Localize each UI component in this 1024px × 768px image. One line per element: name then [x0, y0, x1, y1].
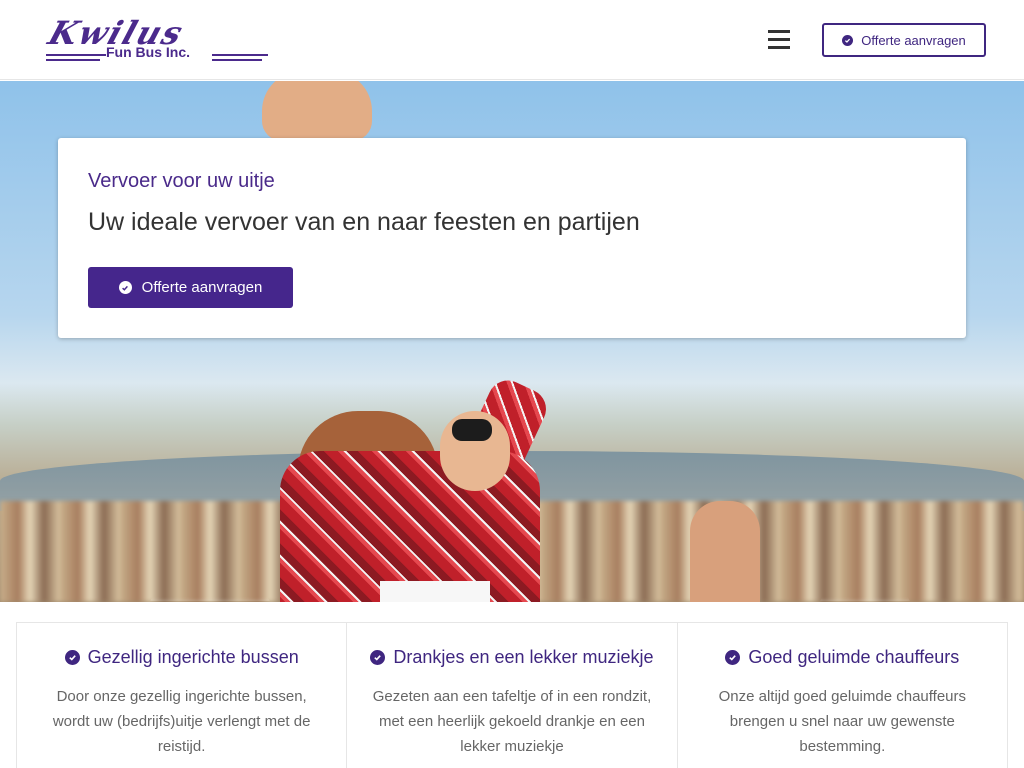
- request-quote-button-header[interactable]: Offerte aanvragen: [822, 23, 986, 57]
- logo-line: [212, 59, 262, 61]
- logo-line: [212, 54, 268, 56]
- feature-text: Onze altijd goed geluimde chauffeurs bre…: [718, 688, 966, 755]
- feature-heading: Goed geluimde chauffeurs: [678, 647, 1007, 668]
- hero-image-sunglasses: [452, 419, 492, 441]
- feature-heading: Drankjes en een lekker muziekje: [347, 647, 676, 668]
- hero-section: Vervoer voor uw uitje Uw ideale vervoer …: [0, 81, 1024, 602]
- site-header: Kwilus Fun Bus Inc. Offerte aanvragen: [0, 0, 1024, 80]
- feature-card: Drankjes en een lekker muziekje Gezeten …: [347, 623, 678, 768]
- check-circle-icon: [842, 34, 854, 46]
- logo-subtitle: Fun Bus Inc.: [106, 44, 190, 60]
- feature-heading: Gezellig ingerichte bussen: [17, 647, 346, 668]
- check-circle-icon: [64, 650, 80, 665]
- hero-image-top: [380, 581, 490, 602]
- logo-line: [46, 59, 100, 61]
- feature-card: Goed geluimde chauffeurs Onze altijd goe…: [678, 623, 1007, 768]
- hero-image-hand: [262, 81, 372, 141]
- logo-line: [46, 54, 106, 56]
- logo[interactable]: Kwilus Fun Bus Inc.: [36, 14, 280, 66]
- request-quote-label: Offerte aanvragen: [861, 32, 966, 48]
- feature-text: Door onze gezellig ingerichte bussen, wo…: [52, 688, 311, 755]
- feature-title: Gezellig ingerichte bussen: [87, 647, 299, 667]
- hero-title: Uw ideale vervoer van en naar feesten en…: [88, 208, 640, 236]
- check-circle-icon: [370, 650, 386, 665]
- menu-icon[interactable]: [768, 30, 790, 50]
- check-circle-icon: [725, 650, 741, 665]
- hero-image-hand: [690, 501, 760, 602]
- feature-text: Gezeten aan een tafeltje of in een rondz…: [372, 688, 652, 755]
- check-circle-icon: [118, 281, 132, 294]
- hero-subtitle: Vervoer voor uw uitje: [88, 170, 275, 192]
- feature-card: Gezellig ingerichte bussen Door onze gez…: [17, 623, 348, 768]
- features-section: Gezellig ingerichte bussen Door onze gez…: [16, 622, 1008, 768]
- request-quote-label: Offerte aanvragen: [141, 279, 263, 296]
- feature-title: Drankjes en een lekker muziekje: [393, 647, 654, 667]
- feature-title: Goed geluimde chauffeurs: [748, 647, 960, 667]
- request-quote-button-hero[interactable]: Offerte aanvragen: [88, 267, 293, 308]
- hero-card: Vervoer voor uw uitje Uw ideale vervoer …: [58, 138, 966, 338]
